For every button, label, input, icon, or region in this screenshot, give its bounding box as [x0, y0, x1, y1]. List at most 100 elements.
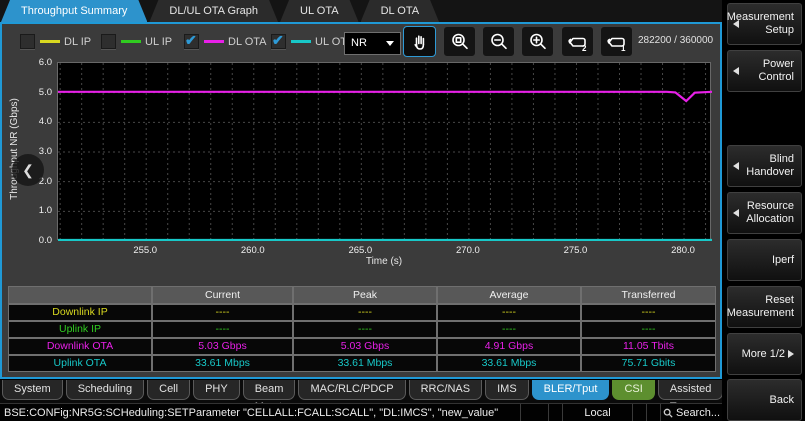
zoom-undo-1-button[interactable]: 1: [600, 26, 633, 57]
status-cell: [646, 404, 660, 421]
y-tick-label: 4.0: [26, 116, 52, 127]
right-arrow-icon: [788, 350, 794, 358]
table-cell: ----: [582, 305, 715, 320]
zoom-in-icon: [527, 31, 549, 53]
tab-phy[interactable]: PHY: [193, 380, 240, 400]
zoom-in-button[interactable]: [521, 26, 554, 57]
back-button[interactable]: Back: [727, 379, 802, 421]
table-cell: 33.61 Mbps: [294, 356, 436, 371]
hand-icon: [409, 31, 431, 53]
dl-ota-label: DL OTA: [228, 36, 267, 48]
x-tick-label: 280.0: [662, 245, 704, 256]
blind-handover-button[interactable]: Blind Handover: [727, 145, 802, 187]
zoom-history-1-icon: 1: [605, 31, 629, 53]
dl-ota-checkbox[interactable]: [184, 34, 199, 49]
power-control-button[interactable]: Power Control: [727, 50, 802, 92]
legend-item-dl-ip: DL IP: [20, 30, 91, 53]
softkey-panel: Measurement Setup Power Control Blind Ha…: [722, 0, 805, 421]
zoom-undo-2-button[interactable]: 2: [561, 26, 594, 57]
local-remote-indicator[interactable]: Local: [562, 404, 632, 421]
table-cell: ----: [294, 305, 436, 320]
table-corner-cell: [9, 287, 151, 303]
zoom-region-button[interactable]: [443, 26, 476, 57]
ul-ota-color-line: [291, 40, 311, 43]
table-cell: ----: [153, 305, 292, 320]
more-pages-button[interactable]: More 1/2: [727, 333, 802, 375]
y-tick-label: 1.0: [26, 205, 52, 216]
tab-bler-tput[interactable]: BLER/Tput: [532, 380, 610, 400]
dl-ip-color-line: [40, 40, 60, 43]
search-field[interactable]: Search...: [660, 404, 722, 421]
zoom-out-button[interactable]: [482, 26, 515, 57]
table-cell: 5.03 Gbps: [294, 339, 436, 354]
tab-throughput-summary[interactable]: Throughput Summary: [1, 0, 147, 22]
row-label-uplink-ip: Uplink IP: [9, 322, 151, 337]
dl-ota-color-line: [204, 40, 224, 43]
series-select[interactable]: NR: [344, 32, 401, 55]
top-tabbar: Throughput Summary DL/UL OTA Graph UL OT…: [0, 0, 722, 22]
search-placeholder: Search...: [676, 407, 720, 419]
x-tick-label: 275.0: [554, 245, 596, 256]
tab-ims[interactable]: IMS: [485, 380, 529, 400]
row-label-downlink-ota: Downlink OTA: [9, 339, 151, 354]
zoom-history-2-icon: 2: [566, 31, 590, 53]
row-label-downlink-ip: Downlink IP: [9, 305, 151, 320]
series-select-value: NR: [351, 37, 367, 49]
chevron-down-icon: [386, 41, 394, 46]
measurement-setup-button[interactable]: Measurement Setup: [727, 3, 802, 45]
bottom-tabbar: System Scheduling Cell PHY Beam Mgmt MAC…: [0, 380, 722, 403]
tab-csi[interactable]: CSI: [612, 380, 654, 400]
ul-ip-checkbox[interactable]: [101, 34, 116, 49]
reset-measurement-button[interactable]: Reset Measurement: [727, 286, 802, 328]
left-arrow-icon: [733, 20, 739, 28]
tab-rrc-nas[interactable]: RRC/NAS: [409, 380, 483, 400]
tab-system[interactable]: System: [2, 380, 63, 400]
iperf-button[interactable]: Iperf: [727, 239, 802, 281]
x-tick-label: 255.0: [124, 245, 166, 256]
dl-ip-checkbox[interactable]: [20, 34, 35, 49]
throughput-table: Current Peak Average Transferred Downlin…: [8, 286, 716, 372]
svg-text:1: 1: [621, 44, 626, 53]
svg-text:2: 2: [582, 44, 587, 53]
tab-assisted-tx-meas[interactable]: Assisted Tx Meas: [658, 380, 724, 400]
table-cell: ----: [294, 322, 436, 337]
y-tick-label: 0.0: [26, 235, 52, 246]
y-axis-label: Throughput NR (Gbps): [9, 64, 21, 234]
status-cell: [520, 404, 548, 421]
x-tick-label: 260.0: [232, 245, 274, 256]
throughput-plot[interactable]: [57, 62, 711, 240]
tab-mac-rlc-pdcp[interactable]: MAC/RLC/PDCP: [298, 380, 405, 400]
collapse-panel-button[interactable]: ❮: [12, 154, 44, 186]
status-cell: [632, 404, 646, 421]
tab-cell[interactable]: Cell: [147, 380, 190, 400]
scpi-command-text: BSE:CONFig:NR5G:SCHeduling:SETParameter …: [0, 407, 520, 419]
left-arrow-icon: [733, 162, 739, 170]
tab-ul-ota[interactable]: UL OTA: [280, 0, 359, 22]
left-arrow-icon: [733, 209, 739, 217]
col-header-average: Average: [438, 287, 580, 303]
col-header-current: Current: [153, 287, 292, 303]
table-cell: 11.05 Tbits: [582, 339, 715, 354]
tab-dl-ota[interactable]: DL OTA: [361, 0, 440, 22]
status-bar: BSE:CONFig:NR5G:SCHeduling:SETParameter …: [0, 403, 722, 421]
app-window: Throughput Summary DL/UL OTA Graph UL OT…: [0, 0, 805, 421]
y-axis-ticks: 0.01.02.03.04.05.06.0: [26, 62, 54, 242]
ul-ip-label: UL IP: [145, 36, 172, 48]
table-cell: ----: [438, 305, 580, 320]
col-header-peak: Peak: [294, 287, 436, 303]
tab-beam-mgmt[interactable]: Beam Mgmt: [243, 380, 296, 400]
resource-allocation-button[interactable]: Resource Allocation: [727, 192, 802, 234]
y-tick-label: 5.0: [26, 87, 52, 98]
tab-dlul-ota-graph[interactable]: DL/UL OTA Graph: [149, 0, 278, 22]
zoom-out-icon: [488, 31, 510, 53]
tab-scheduling[interactable]: Scheduling: [66, 380, 144, 400]
sample-counter: 282200 / 360000: [638, 35, 713, 46]
status-cell: [548, 404, 562, 421]
table-cell: ----: [153, 322, 292, 337]
pan-tool-button[interactable]: [403, 26, 436, 57]
table-cell: 5.03 Gbps: [153, 339, 292, 354]
table-cell: ----: [438, 322, 580, 337]
x-axis-label: Time (s): [57, 256, 711, 267]
ul-ota-checkbox[interactable]: [271, 34, 286, 49]
throughput-summary-panel: DL IP UL IP DL OTA UL OTA NR: [0, 22, 722, 379]
